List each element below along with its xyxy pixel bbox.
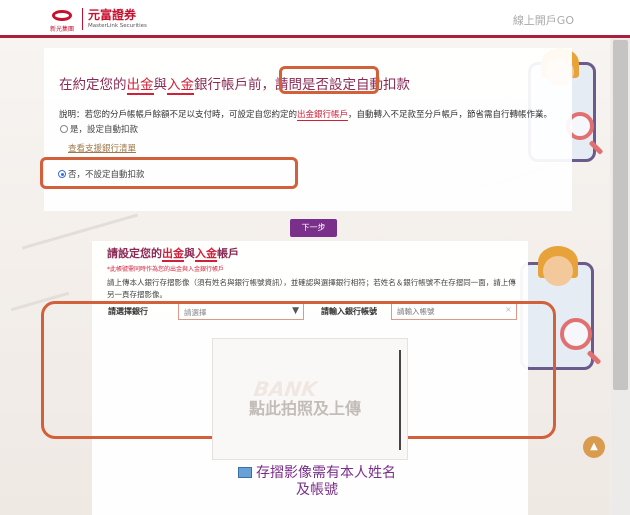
masterlink-logo[interactable]: 新光集團 元富證券 MasterLink Securities xyxy=(50,7,147,33)
passbook-caption: 存摺影像需有本人姓名及帳號 xyxy=(232,465,402,499)
upload-prompt[interactable]: 點此拍照及上傳 xyxy=(249,395,361,419)
passbook-icon xyxy=(238,467,252,478)
divider xyxy=(399,350,401,450)
logo-name-zh: 元富證券 xyxy=(88,7,137,22)
arrow-up-icon: ▲ xyxy=(590,441,598,452)
magnifier-icon xyxy=(560,318,592,350)
highlight-box xyxy=(279,66,379,94)
bank-account-note: *此帳號需同時作為您的出金與入金銀行帳戶 xyxy=(107,266,225,273)
next-button[interactable]: 下一步 xyxy=(290,219,337,237)
bank-account-title: 請設定您的出金與入金帳戶 xyxy=(107,247,239,262)
logo-mark-icon: 新光集團 xyxy=(50,7,76,33)
online-account-link[interactable]: 線上開戶GO xyxy=(513,12,574,28)
scroll-top-button[interactable]: ▲ xyxy=(583,436,605,458)
logo-name-en: MasterLink Securities xyxy=(88,22,147,29)
option-yes-auto-debit[interactable]: 是，設定自動扣款 xyxy=(60,123,138,135)
highlight-box xyxy=(40,157,298,189)
scrollbar-thumb[interactable] xyxy=(613,40,628,390)
upload-instruction: 請上傳本人銀行存摺影像（須有姓名與銀行帳號資訊），並確認與選擇銀行相符；若姓名＆… xyxy=(107,278,516,299)
auto-debit-description: 說明：若您的分戶帳帳戶餘額不足以支付時，可設定自您約定的出金銀行帳戶，自動轉入不… xyxy=(59,110,553,121)
site-header: 新光集團 元富證券 MasterLink Securities 線上開戶GO xyxy=(0,0,630,38)
bank-list-link[interactable]: 查看支援銀行清單 xyxy=(68,142,136,154)
radio-yes[interactable] xyxy=(60,125,68,133)
